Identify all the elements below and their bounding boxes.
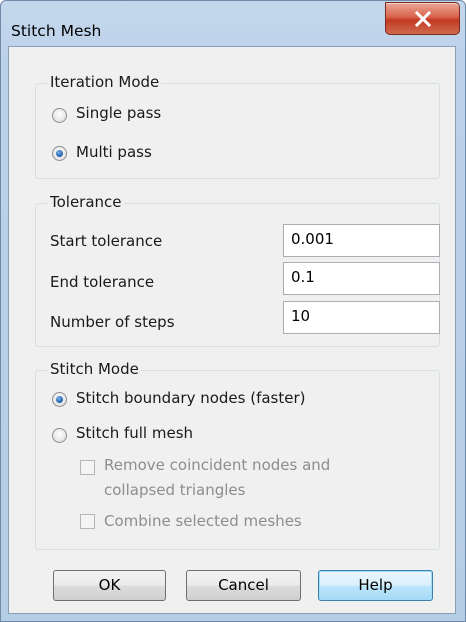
dialog-title: Stitch Mesh	[11, 22, 102, 40]
help-button[interactable]: Help	[318, 570, 433, 601]
number-of-steps-label: Number of steps	[50, 313, 175, 331]
combine-selected-meshes-label[interactable]: Combine selected meshes	[104, 512, 302, 530]
single-pass-label[interactable]: Single pass	[76, 104, 161, 122]
close-icon	[414, 11, 432, 27]
multi-pass-label[interactable]: Multi pass	[76, 143, 152, 161]
remove-coincident-nodes-checkbox[interactable]	[80, 460, 95, 475]
iteration-mode-group: Iteration Mode	[35, 73, 440, 179]
stitch-full-mesh-radio[interactable]	[52, 428, 67, 443]
single-pass-radio[interactable]	[52, 108, 67, 123]
stitch-boundary-nodes-label[interactable]: Stitch boundary nodes (faster)	[76, 389, 306, 407]
iteration-mode-label: Iteration Mode	[48, 73, 162, 91]
cancel-button[interactable]: Cancel	[186, 570, 301, 601]
number-of-steps-input[interactable]: 10	[283, 301, 440, 334]
multi-pass-radio[interactable]	[52, 146, 67, 161]
collapsed-triangles-label[interactable]: collapsed triangles	[104, 481, 245, 499]
tolerance-label: Tolerance	[48, 193, 124, 211]
remove-coincident-nodes-label[interactable]: Remove coincident nodes and	[104, 456, 330, 474]
combine-selected-meshes-checkbox[interactable]	[80, 514, 95, 529]
ok-button[interactable]: OK	[53, 570, 166, 601]
stitch-full-mesh-label[interactable]: Stitch full mesh	[76, 424, 193, 442]
stitch-boundary-nodes-radio[interactable]	[52, 392, 67, 407]
end-tolerance-label: End tolerance	[50, 273, 155, 291]
end-tolerance-input[interactable]: 0.1	[283, 262, 440, 295]
start-tolerance-input[interactable]: 0.001	[283, 224, 440, 257]
start-tolerance-label: Start tolerance	[50, 232, 163, 250]
close-button[interactable]	[385, 2, 460, 35]
stitch-mode-label: Stitch Mode	[48, 360, 141, 378]
